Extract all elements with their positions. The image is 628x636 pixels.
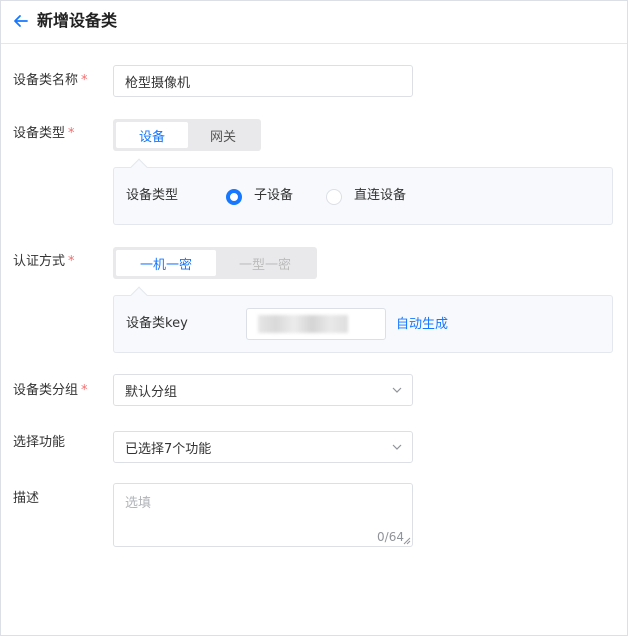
device-type-subpanel: 设备类型 子设备 直连设备 (113, 158, 613, 225)
required-mark: * (68, 126, 75, 141)
required-mark: * (81, 73, 88, 88)
sub-device-type-label: 设备类型 (126, 188, 179, 203)
functions-label: 选择功能 (13, 435, 66, 450)
char-counter: 0/64 (377, 530, 404, 544)
functions-select[interactable]: 已选择7个功能 (113, 431, 413, 463)
auth-label-text: 认证方式 (13, 254, 66, 269)
auth-subpanel: 设备类key 自动生成 (113, 286, 613, 353)
arrow-left-icon[interactable] (11, 11, 31, 31)
page-header: 新增设备类 (1, 1, 627, 44)
group-label-text: 设备类分组 (13, 383, 79, 398)
radio-direct-device-label[interactable]: 直连设备 (354, 187, 406, 205)
radio-direct-device[interactable] (326, 189, 342, 205)
group-select[interactable]: 默认分组 (113, 374, 413, 406)
key-label: 设备类key (126, 316, 188, 331)
auth-option-per-device[interactable]: 一机一密 (116, 250, 216, 276)
resize-grip-icon[interactable] (403, 537, 411, 545)
auth-segmented: 一机一密 一型一密 (113, 247, 317, 279)
functions-select-value: 已选择7个功能 (125, 441, 212, 457)
auth-label: 认证方式 * (13, 253, 75, 271)
page-title: 新增设备类 (37, 11, 118, 30)
auth-option-per-type: 一型一密 (238, 257, 291, 273)
device-type-option-device[interactable]: 设备 (116, 122, 188, 148)
group-select-value: 默认分组 (125, 384, 178, 400)
required-mark: * (68, 254, 75, 269)
description-label: 描述 (13, 491, 40, 506)
device-type-label-text: 设备类型 (13, 126, 66, 141)
name-input[interactable]: 枪型摄像机 (113, 65, 413, 97)
device-type-label: 设备类型 * (13, 125, 75, 143)
panel-caret (130, 286, 148, 304)
device-type-option-gateway[interactable]: 网关 (188, 122, 258, 148)
device-type-segmented: 设备 网关 (113, 119, 261, 151)
panel-caret (130, 158, 148, 176)
chevron-down-icon (392, 444, 402, 450)
name-input-value: 枪型摄像机 (125, 75, 191, 91)
required-mark: * (81, 383, 88, 398)
description-textarea[interactable]: 选填 0/64 (113, 483, 413, 547)
radio-sub-device[interactable] (226, 189, 242, 205)
description-placeholder: 选填 (125, 496, 152, 511)
auto-generate-link[interactable]: 自动生成 (396, 316, 448, 334)
chevron-down-icon (392, 387, 402, 393)
name-label-text: 设备类名称 (13, 73, 79, 88)
dialog-frame: 新增设备类 设备类名称 * 枪型摄像机 设备类型 * 设备 网关 设备类型 子设备 … (0, 0, 628, 636)
group-label: 设备类分组 * (13, 382, 88, 400)
name-label: 设备类名称 * (13, 72, 88, 90)
key-input[interactable] (246, 308, 386, 340)
key-value-redacted (258, 315, 348, 333)
radio-sub-device-label[interactable]: 子设备 (254, 187, 293, 205)
